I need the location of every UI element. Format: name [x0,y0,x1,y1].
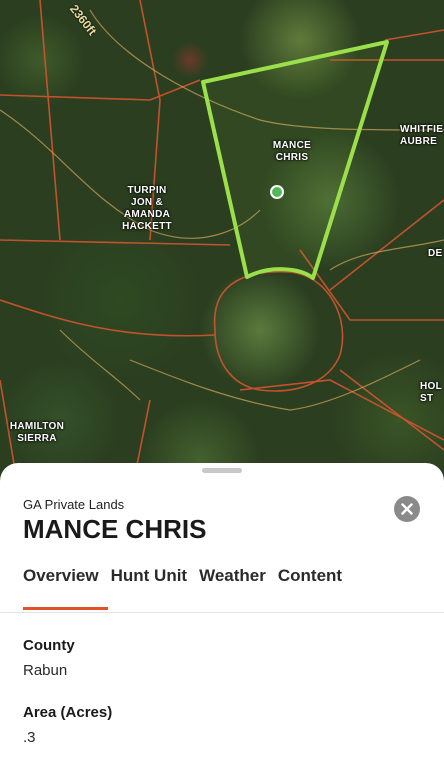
parcel-label-mance[interactable]: MANCE CHRIS [262,140,322,164]
close-icon [401,503,413,515]
parcel-title: MANCE CHRIS [23,514,207,544]
tabs-divider [0,612,444,613]
tab-overview[interactable]: Overview [23,566,99,586]
county-value: Rabun [23,662,68,679]
parcel-label-hol[interactable]: HOL ST [420,381,444,405]
tab-hunt-unit[interactable]: Hunt Unit [111,566,187,586]
area-value: .3 [23,729,36,746]
location-pin-icon[interactable] [270,185,284,199]
active-tab-indicator [23,607,108,610]
detail-tabs: Overview Hunt Unit Weather Content [23,566,342,586]
county-label: County [23,637,75,654]
area-label: Area (Acres) [23,704,113,721]
parcel-label-turpin[interactable]: TURPIN JON & AMANDA HACKETT [116,185,178,233]
close-button[interactable] [394,496,420,522]
layer-name: GA Private Lands [23,497,125,512]
parcel-label-de[interactable]: DE [428,248,444,260]
parcel-label-whitfield[interactable]: WHITFIE AUBRE [400,124,444,148]
map-view[interactable]: 2360ft MANCE CHRIS TURPIN JON & AMANDA H… [0,0,444,500]
sheet-drag-handle[interactable] [202,468,242,473]
parcel-detail-sheet: GA Private Lands MANCE CHRIS Overview Hu… [0,463,444,768]
tab-weather[interactable]: Weather [199,566,266,586]
tab-content[interactable]: Content [278,566,342,586]
parcel-label-hamilton[interactable]: HAMILTON SIERRA [4,421,70,445]
